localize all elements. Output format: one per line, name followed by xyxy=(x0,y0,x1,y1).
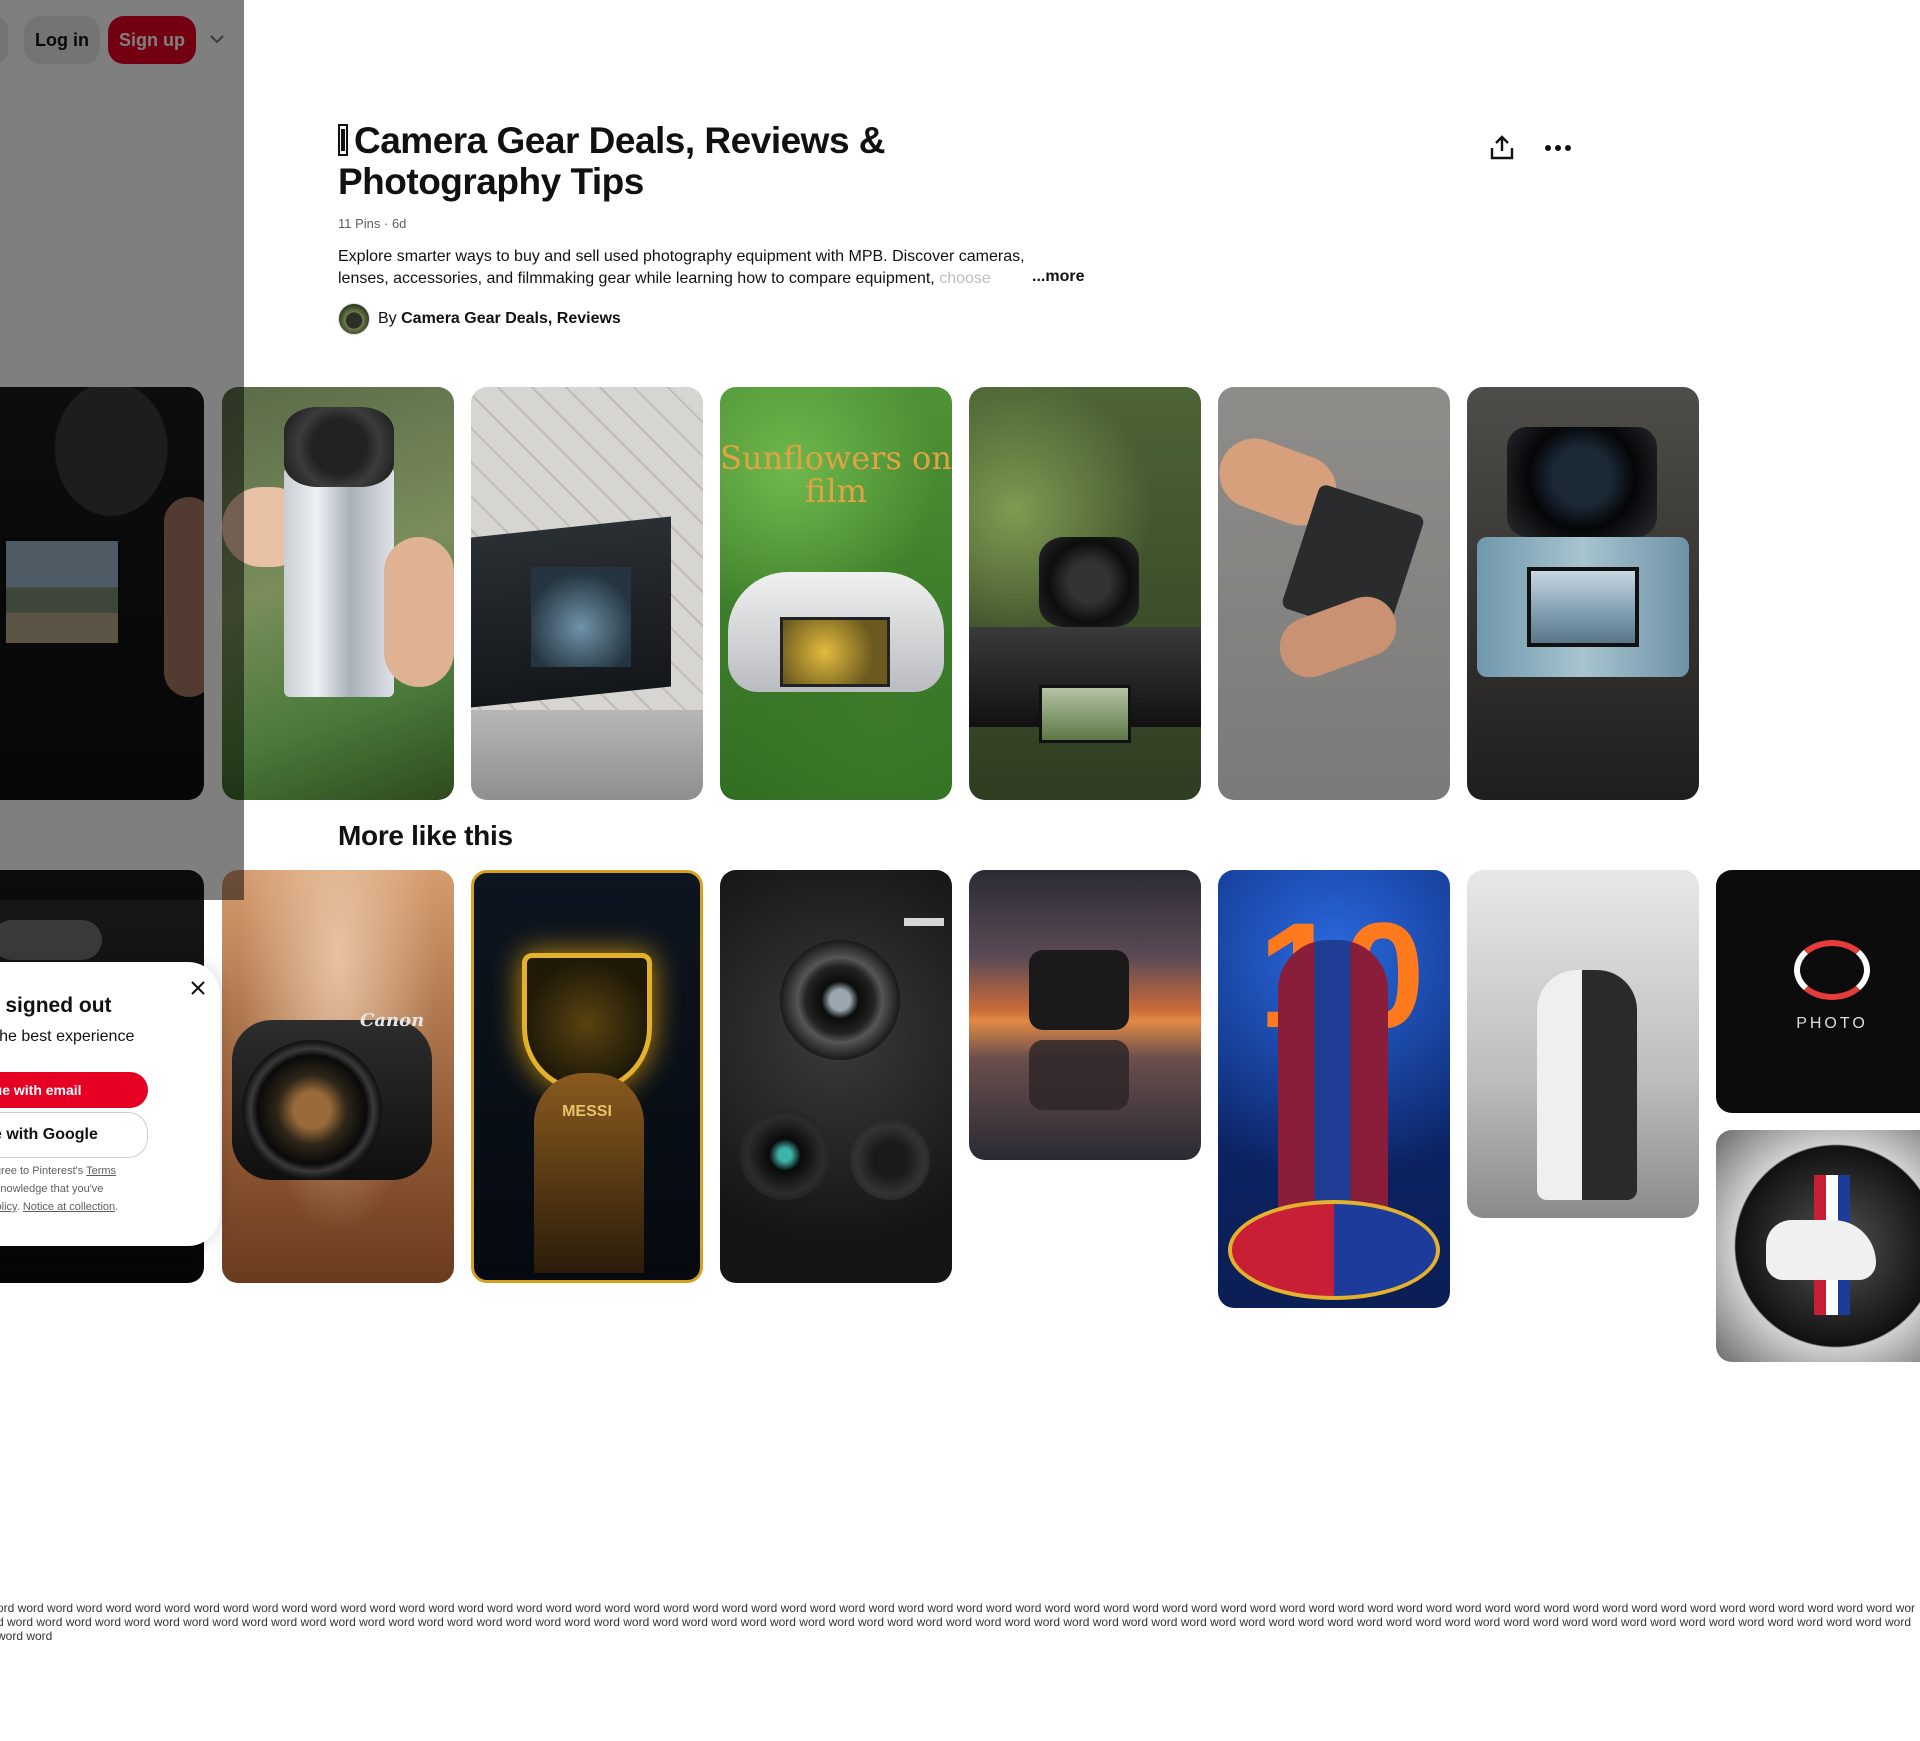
signed-out-card: are signed out get the best experience n… xyxy=(0,962,220,1246)
close-icon[interactable] xyxy=(186,976,210,1000)
dim-overlay xyxy=(0,0,244,900)
notice-collection-link[interactable]: Notice at collection xyxy=(23,1201,115,1213)
related-pin-7[interactable] xyxy=(1467,870,1699,1218)
related-pin-4[interactable] xyxy=(720,870,952,1283)
related-pin-5[interactable] xyxy=(969,870,1201,1160)
card-subtitle: get the best experience xyxy=(0,1028,135,1045)
related-pin-3[interactable]: MESSI xyxy=(471,870,703,1283)
related-pin-2[interactable]: Canon xyxy=(222,870,454,1283)
board-options-button[interactable] xyxy=(1534,128,1582,168)
terms-link[interactable]: Terms xyxy=(86,1165,116,1177)
pin-name-text: MESSI xyxy=(562,1103,612,1120)
owner-name[interactable]: Camera Gear Deals, Reviews xyxy=(401,310,621,327)
board-description: Explore smarter ways to buy and sell use… xyxy=(338,246,1078,290)
related-pin-6[interactable]: 10 xyxy=(1218,870,1450,1308)
legal-line-2: nd acknowledge that you've xyxy=(0,1183,104,1195)
board-title: Camera Gear Deals, Reviews & Photography… xyxy=(338,120,1098,202)
pin-logo-text: PHOTO xyxy=(1796,1015,1868,1032)
legal-line-1: you agree to Pinterest's xyxy=(0,1165,84,1177)
more-like-this-heading: More like this xyxy=(338,820,513,851)
board-pin-7[interactable] xyxy=(1467,387,1699,800)
board-pin-5[interactable] xyxy=(969,387,1201,800)
pin-overlay-text: Sunflowers on film xyxy=(720,439,952,510)
related-pin-8[interactable]: PHOTO xyxy=(1716,870,1920,1113)
board-description-text: Explore smarter ways to buy and sell use… xyxy=(338,248,1025,287)
share-icon xyxy=(1490,135,1514,160)
board-pin-6[interactable] xyxy=(1218,387,1450,800)
filler-text: ord word word word word word word word w… xyxy=(0,1601,1916,1643)
continue-google-button[interactable]: inue with Google xyxy=(0,1112,148,1158)
ellipsis-icon xyxy=(1545,145,1571,151)
card-title: are signed out xyxy=(0,994,112,1017)
owner-text: By Camera Gear Deals, Reviews xyxy=(378,310,621,328)
pin-brand-text: Canon xyxy=(360,1010,425,1031)
mustang-logo-icon xyxy=(1766,1220,1876,1280)
share-button[interactable] xyxy=(1478,128,1526,168)
board-pin-3[interactable] xyxy=(471,387,703,800)
board-description-fade: choose xyxy=(939,270,991,287)
description-more-link[interactable]: ...more xyxy=(1030,268,1085,286)
board-pin-4[interactable]: Sunflowers on film xyxy=(720,387,952,800)
board-owner[interactable]: By Camera Gear Deals, Reviews xyxy=(338,303,621,335)
board-pin-2[interactable] xyxy=(222,387,454,800)
board-title-text: Camera Gear Deals, Reviews & Photography… xyxy=(338,120,886,202)
board-badge-icon xyxy=(338,124,348,156)
photo-logo-icon xyxy=(1794,940,1870,1000)
privacy-policy-link[interactable]: acy Policy xyxy=(0,1201,17,1213)
owner-prefix: By xyxy=(378,310,397,327)
owner-avatar[interactable] xyxy=(338,303,370,335)
legal-text: you agree to Pinterest's Terms nd acknow… xyxy=(0,1162,148,1216)
related-pin-9[interactable] xyxy=(1716,1130,1920,1362)
board-meta: 11 Pins · 6d xyxy=(338,216,407,231)
continue-email-button[interactable]: ntinue with email xyxy=(0,1072,148,1108)
